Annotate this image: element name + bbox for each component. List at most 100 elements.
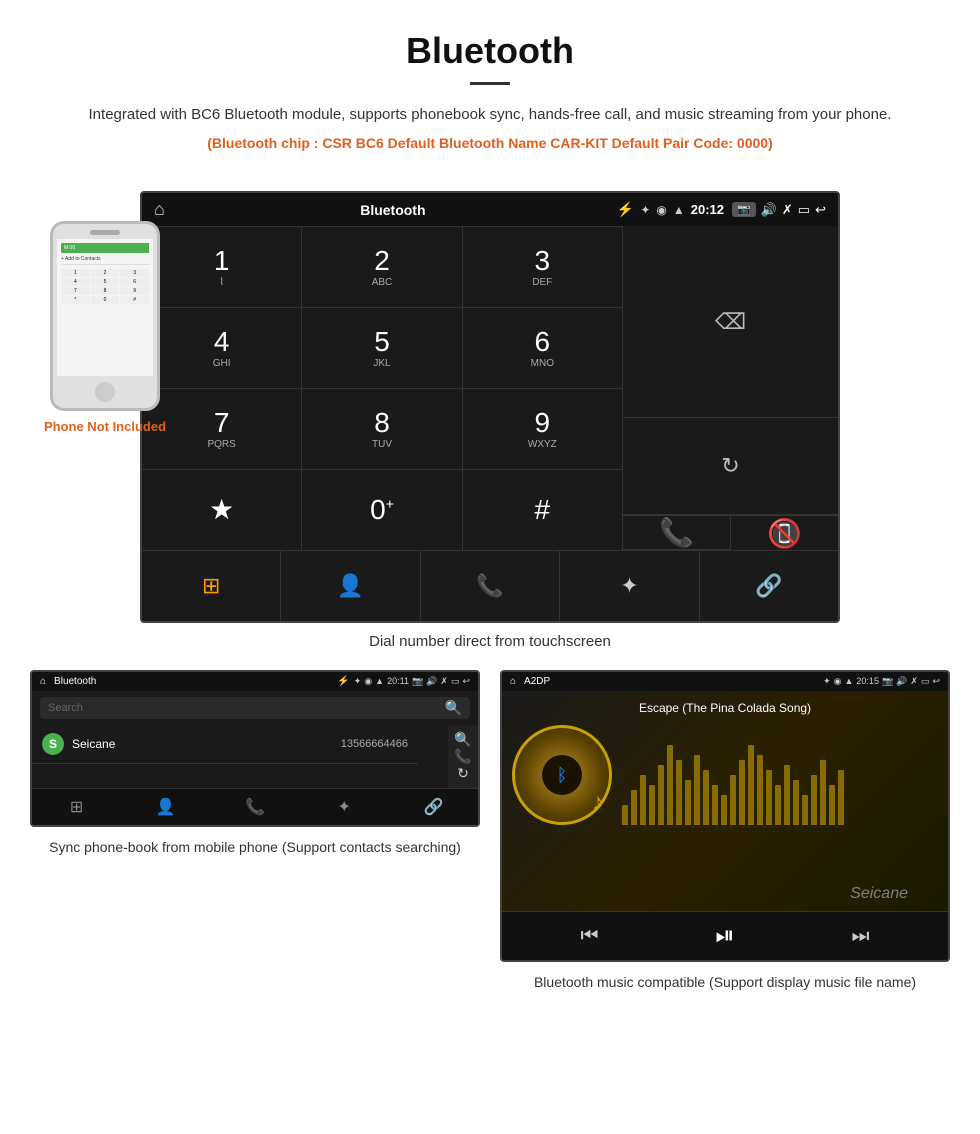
key-3[interactable]: 3 DEF	[463, 227, 622, 307]
contacts-button[interactable]: 👤	[281, 551, 420, 621]
page-title: Bluetooth	[60, 30, 920, 72]
mu-loc-icon: ◉	[834, 676, 842, 687]
search-sidebar-icon[interactable]: 🔍	[454, 731, 471, 748]
next-button[interactable]: ⏭	[852, 925, 870, 948]
visualizer-bar	[622, 805, 628, 825]
bluetooth-button[interactable]: ✦	[560, 551, 699, 621]
contact-entry[interactable]: S Seicane 13566664466	[32, 725, 418, 764]
refresh-sidebar-icon[interactable]: ↻	[457, 765, 469, 782]
mu-cam-icon: 📷	[882, 676, 893, 687]
backspace-button[interactable]: ⌫	[623, 226, 838, 418]
statusbar-time: 20:12	[691, 202, 724, 217]
key-2[interactable]: 2 ABC	[302, 227, 462, 307]
visualizer-bar	[658, 765, 664, 825]
pb-phone-btn[interactable]: 📞	[210, 789, 299, 825]
pb-sig-icon: ▲	[375, 676, 384, 687]
main-caption: Dial number direct from touchscreen	[0, 633, 980, 650]
dialpad-keys: 1 ⌇ 2 ABC 3 DEF 4 GHI	[142, 226, 622, 550]
contact-name: Seicane	[72, 737, 341, 751]
dialpad-row-3: 7 PQRS 8 TUV 9 WXYZ	[142, 388, 622, 469]
phone-aside: M:00 + Add to Contacts 123 456 789 *0# P…	[0, 221, 210, 434]
pb-bluetooth-btn[interactable]: ✦	[300, 789, 389, 825]
mu-vol-icon: 🔊	[896, 676, 907, 687]
usb-icon: ⚡	[617, 201, 634, 218]
key-star[interactable]: ★	[142, 470, 302, 550]
camera-icon[interactable]: 📷	[732, 202, 756, 217]
pb-contacts-btn[interactable]: 👤	[121, 789, 210, 825]
mu-title: A2DP	[524, 676, 819, 687]
pb-vol-icon: 🔊	[426, 676, 437, 687]
pb-usb-icon: ⚡	[337, 676, 349, 687]
x-icon[interactable]: ✗	[782, 202, 793, 218]
pb-link-btn[interactable]: 🔗	[389, 789, 478, 825]
phonebook-search-bar[interactable]: Search 🔍	[40, 697, 470, 719]
music-note-icon: ♪	[592, 789, 604, 817]
location-icon: ◉	[656, 203, 666, 217]
visualizer-bar	[802, 795, 808, 825]
key-hash[interactable]: #	[463, 470, 622, 550]
mu-rect-icon: ▭	[921, 676, 930, 687]
dialpad-toolbar: ⊞ 👤 📞 ✦ 🔗	[142, 550, 838, 621]
visualizer-bar	[775, 785, 781, 825]
mu-home-icon[interactable]: ⌂	[510, 676, 516, 687]
bottom-screenshots: ⌂ Bluetooth ⚡ ✦ ◉ ▲ 20:11 📷 🔊 ✗ ▭ ↩ Sear…	[0, 670, 980, 993]
key-8[interactable]: 8 TUV	[302, 389, 462, 469]
phone-screen-top: M:00	[61, 243, 149, 253]
visualizer-bar	[631, 790, 637, 825]
link-button[interactable]: 🔗	[700, 551, 838, 621]
visualizer-bar	[766, 770, 772, 825]
pb-time: 20:11	[387, 676, 409, 687]
visualizer-bar	[793, 780, 799, 825]
volume-icon[interactable]: 🔊	[761, 202, 777, 218]
contact-list: S Seicane 13566664466	[32, 725, 448, 788]
call-buttons-row: 📞 📵	[623, 515, 838, 550]
music-disc: ᛒ ♪	[512, 725, 612, 825]
search-placeholder: Search	[48, 702, 83, 714]
visualizer-bar	[685, 780, 691, 825]
visualizer-bar	[784, 765, 790, 825]
phonebook-sidebar-icons: 🔍 📞 ↻	[448, 725, 478, 788]
music-caption: Bluetooth music compatible (Support disp…	[534, 972, 916, 993]
prev-button[interactable]: ⏮	[580, 925, 598, 948]
play-pause-button[interactable]: ⏯	[715, 922, 734, 950]
key-5[interactable]: 5 JKL	[302, 308, 462, 388]
call-sidebar-icon[interactable]: 📞	[454, 748, 471, 765]
music-artwork-area: ᛒ ♪	[512, 725, 938, 825]
rect-icon[interactable]: ▭	[798, 202, 810, 218]
key-6[interactable]: 6 MNO	[463, 308, 622, 388]
song-title: Escape (The Pina Colada Song)	[639, 701, 811, 715]
seicane-watermark: Seicane	[850, 885, 908, 903]
dialpad-row-2: 4 GHI 5 JKL 6 MNO	[142, 307, 622, 388]
pb-back-icon: ↩	[462, 676, 470, 687]
statusbar-right-icons: 📷 🔊 ✗ ▭ ↩	[732, 202, 826, 218]
phone-button[interactable]: 📞	[421, 551, 560, 621]
pb-cam-icon: 📷	[412, 676, 423, 687]
dialpad-button[interactable]: ⊞	[142, 551, 281, 621]
call-red-button[interactable]: 📵	[731, 516, 838, 550]
phone-dialpad-mini: 123 456 789 *0#	[61, 269, 149, 304]
pb-dialpad-btn[interactable]: ⊞	[32, 789, 121, 825]
visualizer-bar	[739, 760, 745, 825]
visualizer-bar	[676, 760, 682, 825]
pb-bt-icon: ✦	[354, 676, 362, 687]
dialpad-side: ⌫ ↻ 📞 📵	[622, 226, 838, 550]
visualizer-bar	[712, 785, 718, 825]
music-screenshot-box: ⌂ A2DP ✦ ◉ ▲ 20:15 📷 🔊 ✗ ▭ ↩ Escape (The…	[500, 670, 950, 993]
page-header: Bluetooth Integrated with BC6 Bluetooth …	[0, 0, 980, 171]
key-0[interactable]: 0+	[302, 470, 462, 550]
phone-home-button	[95, 382, 115, 402]
pb-home-icon[interactable]: ⌂	[40, 676, 46, 687]
mu-time: 20:15	[856, 676, 879, 687]
home-icon[interactable]: ⌂	[154, 199, 165, 220]
pb-rect-icon: ▭	[451, 676, 460, 687]
dialpad-row-1: 1 ⌇ 2 ABC 3 DEF	[142, 226, 622, 307]
call-green-button[interactable]: 📞	[623, 516, 731, 550]
refresh-button[interactable]: ↻	[623, 418, 838, 515]
music-body: Escape (The Pina Colada Song) ᛒ ♪ Seican…	[502, 691, 948, 911]
phone-speaker	[90, 230, 120, 235]
back-icon[interactable]: ↩	[815, 202, 826, 218]
visualizer-bar	[748, 745, 754, 825]
key-9[interactable]: 9 WXYZ	[463, 389, 622, 469]
phonebook-body: S Seicane 13566664466 🔍 📞 ↻	[32, 725, 478, 788]
phone-image: M:00 + Add to Contacts 123 456 789 *0#	[50, 221, 160, 411]
